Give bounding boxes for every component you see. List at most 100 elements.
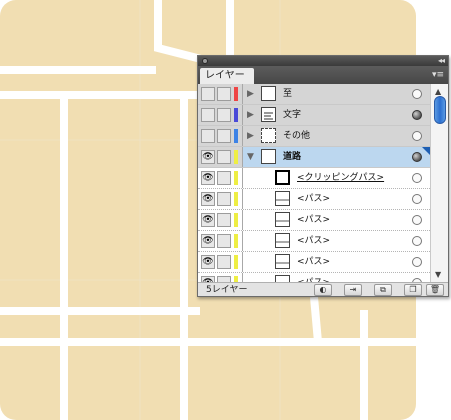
layer-name: <パス> [297, 215, 331, 225]
layer-name-cell[interactable]: <パス> [243, 252, 430, 272]
eye-icon[interactable]: 👁 [201, 171, 215, 185]
target-circle-icon[interactable] [412, 257, 422, 267]
sublayer-row[interactable]: 👁<パス> [198, 273, 430, 282]
target-circle-icon[interactable] [412, 89, 422, 99]
visibility-toggle[interactable] [201, 87, 215, 101]
layer-name: <パス> [297, 273, 330, 282]
layer-thumbnail [261, 86, 276, 101]
locate-object-icon: ◐ [319, 285, 327, 294]
target-circle-icon[interactable] [412, 194, 422, 204]
close-panel-button[interactable] [202, 58, 208, 64]
layer-name-cell[interactable]: ▶ その他 [243, 126, 430, 146]
layers-panel: ◂◂ レイヤー ▾≡ ▶ 至 ▶ 文字 ▶ その他 👁 ▼ 道路 👁 <クリッピングパス> 👁 <パス>… [197, 55, 449, 297]
new-layer-icon: ❐ [409, 285, 417, 294]
lock-toggle[interactable] [217, 255, 231, 269]
sublayer-row[interactable]: 👁 <パス> [198, 231, 430, 252]
layer-name: <クリッピングパス> [297, 173, 385, 183]
sublayer-row[interactable]: 👁 <パス> [198, 210, 430, 231]
target-circle-icon[interactable] [412, 236, 422, 246]
layer-row[interactable]: 👁 ▼ 道路 [198, 147, 430, 168]
layer-name-cell[interactable]: <パス> [243, 210, 430, 230]
make-clipping-mask-button[interactable]: ⇥ [344, 284, 362, 296]
tab-layers[interactable]: レイヤー [200, 68, 254, 84]
layer-name-cell[interactable]: <パス> [243, 273, 430, 282]
sublayer-row[interactable]: 👁 <パス> [198, 252, 430, 273]
layer-name-cell[interactable]: <パス> [243, 189, 430, 209]
lock-toggle[interactable] [217, 129, 231, 143]
layer-row[interactable]: ▶ 文字 [198, 105, 430, 126]
panel-titlebar[interactable]: ◂◂ [198, 56, 448, 66]
layer-color-swatch [234, 234, 238, 248]
lock-toggle[interactable] [217, 108, 231, 122]
scroll-down-icon[interactable]: ▼ [435, 270, 441, 279]
layer-color-swatch [234, 150, 238, 164]
layer-name-cell[interactable]: <クリッピングパス> [243, 168, 430, 188]
panel-tab-row: レイヤー ▾≡ [198, 66, 448, 84]
eye-icon[interactable]: 👁 [201, 192, 215, 206]
lock-toggle[interactable] [217, 171, 231, 185]
clipping-mask-icon: ⇥ [349, 285, 357, 294]
layer-row[interactable]: ▶ 至 [198, 84, 430, 105]
layer-name: 文字 [283, 110, 302, 120]
eye-icon[interactable]: 👁 [201, 150, 215, 164]
layer-list-scrollbar[interactable]: ▲ ▼ [430, 84, 448, 282]
layer-name-cell[interactable]: ▶ 文字 [243, 105, 430, 125]
disclosure-collapsed-icon[interactable]: ▶ [247, 110, 254, 120]
layer-color-swatch [234, 213, 238, 227]
layer-name: 至 [283, 89, 293, 99]
panel-menu-icon[interactable]: ▾≡ [432, 69, 444, 81]
layer-color-swatch [234, 129, 238, 143]
disclosure-expanded-icon[interactable]: ▼ [247, 152, 254, 162]
new-layer-button[interactable]: ❐ [404, 284, 422, 296]
locate-object-button[interactable]: ◐ [314, 284, 332, 296]
target-circle-icon[interactable] [412, 131, 422, 141]
trash-icon: 🗑 [429, 285, 441, 294]
selection-indicator [422, 147, 430, 155]
layer-thumbnail [275, 212, 290, 227]
lock-toggle[interactable] [217, 87, 231, 101]
lock-toggle[interactable] [217, 150, 231, 164]
layer-name: その他 [283, 131, 311, 141]
lock-toggle[interactable] [217, 192, 231, 206]
new-sublayer-button[interactable]: ⧉ [374, 284, 392, 296]
layer-color-swatch [234, 171, 238, 185]
layer-name: <パス> [297, 236, 331, 246]
lock-toggle[interactable] [217, 234, 231, 248]
sublayer-row[interactable]: 👁 <クリッピングパス> [198, 168, 430, 189]
layer-row[interactable]: ▶ その他 [198, 126, 430, 147]
scroll-up-icon[interactable]: ▲ [435, 87, 441, 96]
visibility-toggle[interactable] [201, 108, 215, 122]
layer-thumbnail [261, 107, 276, 122]
layer-name-cell[interactable]: ▼ 道路 [243, 147, 430, 167]
layer-count-label: 5レイヤー [206, 285, 248, 295]
layer-name-cell[interactable]: ▶ 至 [243, 84, 430, 104]
delete-layer-button[interactable]: 🗑 [426, 284, 444, 296]
layer-thumbnail [275, 275, 290, 282]
layer-thumbnail [275, 254, 290, 269]
layer-thumbnail [275, 191, 290, 206]
eye-icon[interactable]: 👁 [201, 213, 215, 227]
target-circle-icon[interactable] [412, 152, 422, 162]
layer-list: ▶ 至 ▶ 文字 ▶ その他 👁 ▼ 道路 👁 <クリッピングパス> 👁 <パス> 👁 <パス> 👁 <パス> 👁… [198, 84, 430, 282]
target-circle-icon[interactable] [412, 215, 422, 225]
layer-color-swatch [234, 255, 238, 269]
eye-icon[interactable]: 👁 [201, 255, 215, 269]
eye-icon[interactable]: 👁 [201, 234, 215, 248]
layer-thumbnail [261, 149, 276, 164]
layer-name-cell[interactable]: <パス> [243, 231, 430, 251]
scrollbar-thumb[interactable] [434, 96, 446, 124]
lock-toggle[interactable] [217, 213, 231, 227]
new-sublayer-icon: ⧉ [380, 285, 386, 294]
target-circle-icon[interactable] [412, 110, 422, 120]
disclosure-collapsed-icon[interactable]: ▶ [247, 89, 254, 99]
sublayer-row[interactable]: 👁 <パス> [198, 189, 430, 210]
visibility-toggle[interactable] [201, 129, 215, 143]
double-chevron-left-icon[interactable]: ◂◂ [438, 56, 445, 66]
layer-color-swatch [234, 192, 238, 206]
layer-color-swatch [234, 108, 238, 122]
layer-color-swatch [234, 87, 238, 101]
target-circle-icon[interactable] [412, 173, 422, 183]
layer-name: <パス> [297, 257, 331, 267]
layer-thumbnail [275, 170, 290, 185]
disclosure-collapsed-icon[interactable]: ▶ [247, 131, 254, 141]
